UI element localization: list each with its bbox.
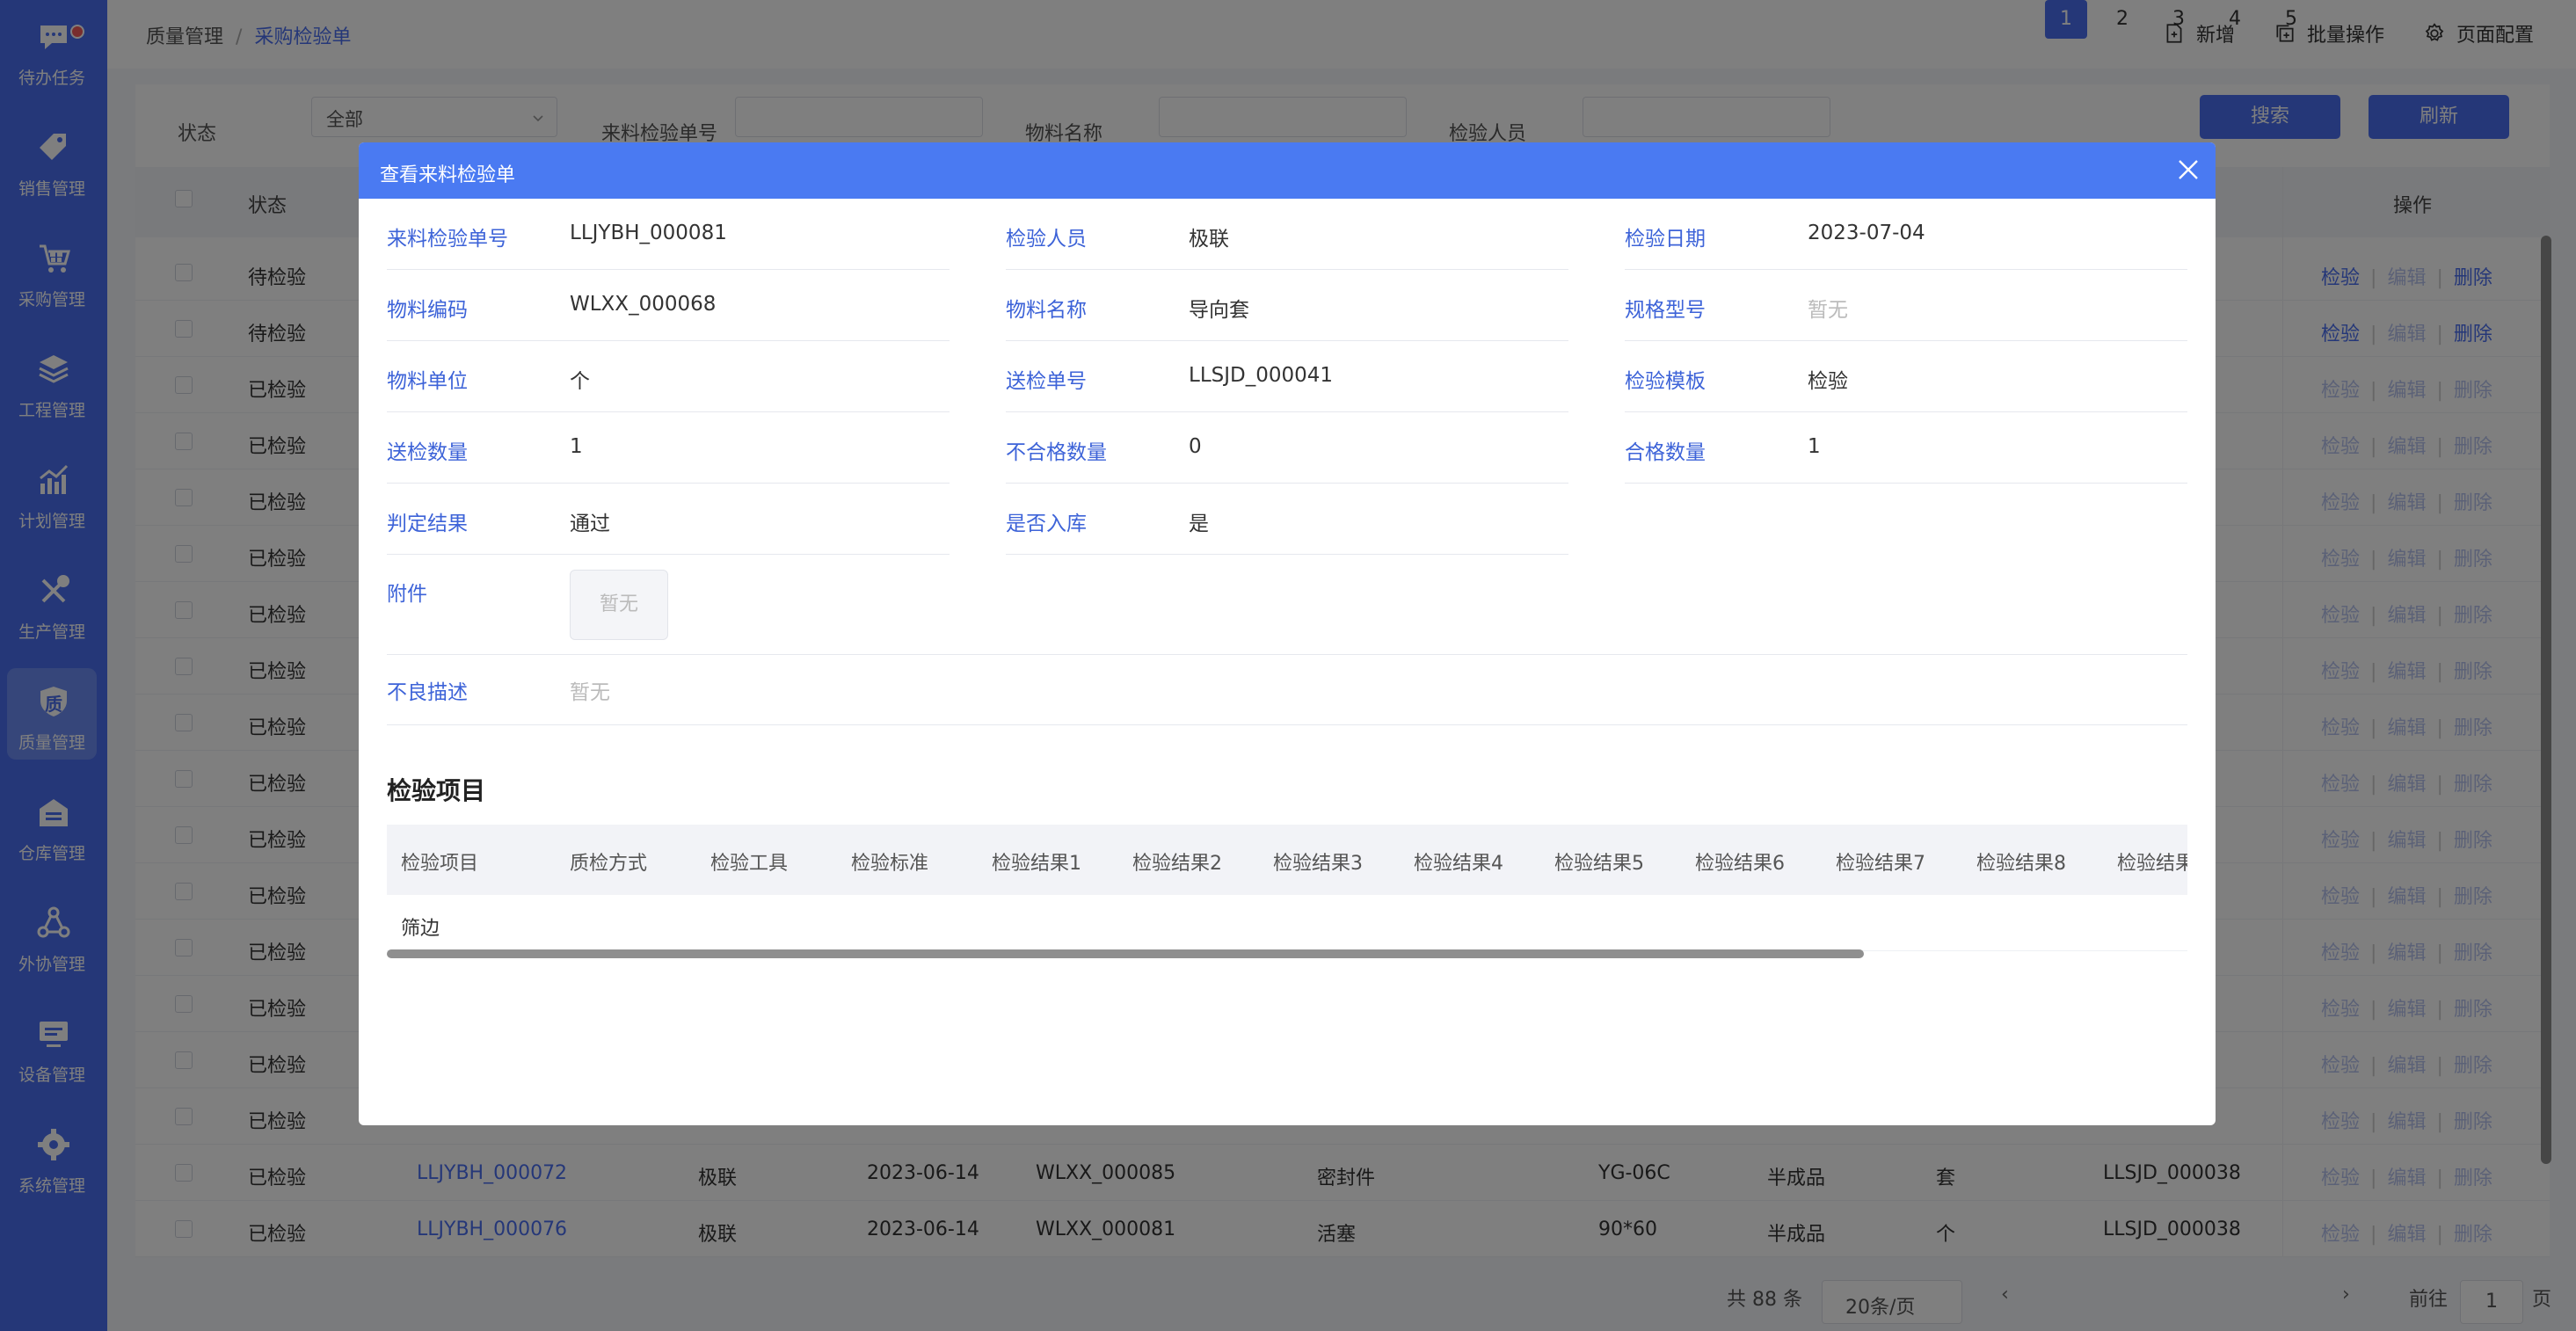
field-divider [1006, 554, 1568, 555]
field-divider [1625, 340, 2187, 341]
items-column-header: 检验结果9 [2117, 853, 2187, 875]
items-cell: 筛边 [401, 918, 440, 940]
items-column-header: 检验结果2 [1132, 853, 1222, 875]
field-label: 规格型号 [1625, 299, 1706, 322]
items-column-header: 检验结果7 [1836, 853, 1925, 875]
field-value: 0 [1189, 435, 1202, 458]
field-value: LLJYBH_000081 [570, 222, 727, 244]
items-column-header: 检验结果1 [992, 853, 1081, 875]
divider [387, 724, 2187, 725]
field-label: 物料编码 [387, 299, 468, 322]
field-divider [387, 340, 950, 341]
items-column-header: 质检方式 [570, 853, 648, 875]
field-label: 物料单位 [387, 370, 468, 393]
field-label: 是否入库 [1006, 513, 1087, 535]
field-label: 检验人员 [1006, 228, 1087, 251]
items-column-header: 检验结果6 [1695, 853, 1785, 875]
field-divider [1006, 483, 1568, 484]
items-horizontal-scrollbar[interactable] [387, 949, 1864, 958]
field-value: 2023-07-04 [1808, 222, 1925, 244]
divider [387, 654, 2187, 655]
field-divider [1625, 411, 2187, 412]
items-column-header: 检验结果4 [1414, 853, 1503, 875]
field-divider [387, 483, 950, 484]
field-divider [387, 411, 950, 412]
field-label: 送检单号 [1006, 370, 1087, 393]
field-value: 1 [570, 435, 583, 458]
field-label: 物料名称 [1006, 299, 1087, 322]
items-column-header: 检验结果5 [1554, 853, 1644, 875]
field-value: 个 [570, 370, 590, 393]
items-column-header: 检验项目 [401, 853, 479, 875]
field-value: 是 [1189, 513, 1209, 535]
field-label: 不合格数量 [1006, 441, 1107, 464]
field-divider [1006, 411, 1568, 412]
field-value: 极联 [1189, 228, 1229, 251]
inspection-items-header: 检验项目 质检方式 检验工具 检验标准 检验结果1 检验结果2 检验结果3 检验结果4 检验结果… [387, 825, 2187, 895]
field-label: 合格数量 [1625, 441, 1706, 464]
field-divider [1006, 340, 1568, 341]
defect-description-label: 不良描述 [387, 681, 468, 704]
attachment-empty: 暂无 [570, 570, 668, 640]
field-divider [387, 554, 950, 555]
view-inspection-dialog: 查看来料检验单 来料检验单号 LLJYBH_000081 检验人员 极联 检验日期 202… [359, 142, 2216, 1125]
items-column-header: 检验标准 [851, 853, 929, 875]
field-value: 导向套 [1189, 299, 1249, 322]
field-divider [1006, 269, 1568, 270]
items-column-header: 检验结果8 [1976, 853, 2066, 875]
field-value: LLSJD_000041 [1189, 364, 1334, 387]
field-divider [387, 269, 950, 270]
inspection-items-title: 检验项目 [387, 776, 486, 805]
items-column-header: 检验工具 [710, 853, 789, 875]
table-row[interactable]: 筛边 [387, 895, 2187, 951]
field-label: 判定结果 [387, 513, 468, 535]
field-value: 暂无 [1808, 299, 1848, 322]
dialog-header: 查看来料检验单 [359, 142, 2216, 199]
field-label: 来料检验单号 [387, 228, 508, 251]
dialog-title: 查看来料检验单 [380, 164, 516, 186]
field-divider [1625, 269, 2187, 270]
field-label: 检验日期 [1625, 228, 1706, 251]
field-label: 检验模板 [1625, 370, 1706, 393]
field-label: 送检数量 [387, 441, 468, 464]
close-icon[interactable] [2175, 156, 2201, 183]
field-value: WLXX_000068 [570, 293, 717, 316]
field-value: 1 [1808, 435, 1821, 458]
defect-description-value: 暂无 [570, 681, 610, 704]
attachment-label: 附件 [387, 583, 427, 606]
inspection-items-table: 检验项目 质检方式 检验工具 检验标准 检验结果1 检验结果2 检验结果3 检验结果4 检验结果… [387, 825, 2187, 965]
field-value: 检验 [1808, 370, 1848, 393]
field-divider [1625, 483, 2187, 484]
field-value: 通过 [570, 513, 610, 535]
items-column-header: 检验结果3 [1273, 853, 1363, 875]
